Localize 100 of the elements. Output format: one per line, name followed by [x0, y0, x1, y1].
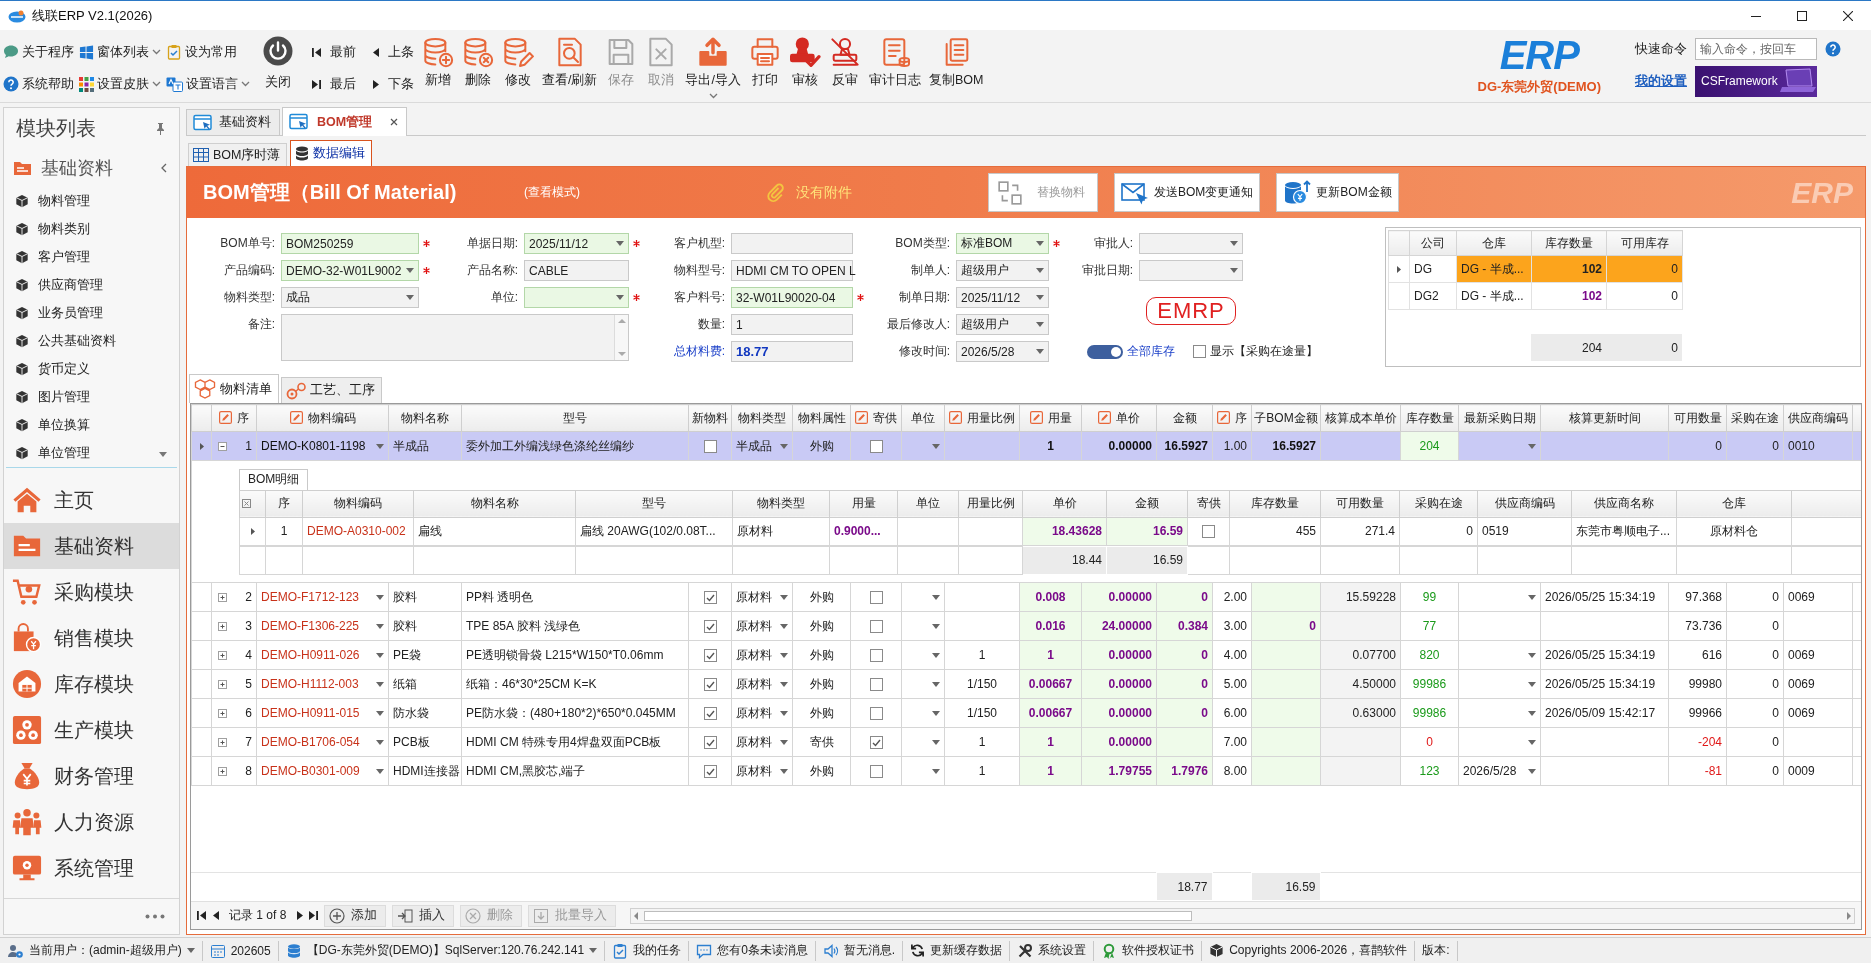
column-header[interactable]: 用量 [829, 490, 898, 517]
dropdown-field[interactable] [1139, 233, 1243, 254]
checkbox[interactable] [703, 591, 717, 605]
module-button[interactable]: 库存模块 [4, 661, 179, 707]
close-button[interactable]: 关闭 [256, 30, 300, 102]
dropdown-field[interactable]: 超级用户 [956, 314, 1049, 335]
nav-button[interactable]: 最前 [312, 36, 356, 68]
column-header[interactable]: 用量比例 [944, 404, 1020, 432]
text-field[interactable]: 1 [731, 314, 853, 335]
checkbox[interactable] [869, 678, 883, 692]
tab[interactable]: BOM明细 [239, 468, 309, 490]
grid-button[interactable]: 插入 [392, 904, 455, 927]
nav-button[interactable]: 上条 [372, 36, 414, 68]
maximize-icon[interactable] [1797, 10, 1807, 21]
menu-button[interactable]: 窗体列表 [79, 36, 161, 68]
menu-item[interactable]: 货币定义 [4, 355, 90, 383]
status-item[interactable]: 版本: [1415, 940, 1458, 961]
column-header[interactable]: 物料属性 [792, 404, 851, 432]
checkbox[interactable] [703, 707, 717, 721]
column-header[interactable]: 子BOM金额 [1251, 404, 1321, 432]
pin-icon[interactable] [156, 122, 165, 135]
checkbox[interactable] [869, 649, 883, 663]
checkbox[interactable] [703, 736, 717, 750]
status-item[interactable]: 系统设置 [1010, 940, 1095, 961]
column-header[interactable]: 单位 [901, 404, 945, 432]
last-record-icon[interactable] [309, 910, 319, 921]
last-icon[interactable] [312, 78, 321, 90]
menu-button[interactable]: 系统帮助 [3, 68, 74, 100]
column-header[interactable]: 可用数量 [1320, 490, 1400, 517]
column-header[interactable]: 核算更新时间 [1540, 404, 1669, 432]
group-header[interactable]: 基础资料 [4, 149, 179, 187]
text-field[interactable] [731, 233, 853, 254]
command-input[interactable]: 输入命令，按回车 [1695, 38, 1817, 60]
toolbar-button[interactable]: 查看/刷新 [538, 30, 602, 102]
tab[interactable]: 工艺、工序 [281, 377, 382, 403]
column-header[interactable]: 物料名称 [388, 404, 462, 432]
status-item[interactable]: Copyrights 2006-2026，喜鹊软件 [1202, 940, 1416, 961]
dropdown-field[interactable]: 标准BOM [956, 233, 1049, 254]
expand-icon[interactable] [218, 679, 227, 689]
menu-item[interactable]: 公共基础资料 [4, 327, 116, 355]
tab[interactable]: 物料清单 [189, 374, 279, 403]
horizontal-scrollbar[interactable] [630, 907, 1855, 924]
expand-icon[interactable] [218, 737, 227, 747]
status-item[interactable]: 我的任务 [605, 940, 690, 961]
banner[interactable]: CSFramework [1695, 65, 1817, 97]
expand-icon[interactable] [218, 708, 227, 718]
checkbox[interactable] [703, 678, 717, 692]
column-header[interactable]: 供应商编码 [1783, 404, 1853, 432]
expand-icon[interactable] [218, 650, 227, 660]
text-field[interactable]: BOM250259 [281, 233, 419, 254]
column-header[interactable]: 新物料 [688, 404, 732, 432]
module-button[interactable]: 采购模块 [4, 569, 179, 615]
column-header[interactable]: 型号 [575, 490, 733, 517]
status-item[interactable]: 您有0条未读消息 [689, 940, 816, 961]
column-header[interactable]: 用量 [1019, 404, 1082, 432]
toolbar-button[interactable]: 审计日志 [864, 30, 925, 102]
column-header[interactable]: 可用库存 [1606, 230, 1683, 256]
toolbar-button[interactable]: 修改 [498, 30, 538, 102]
help-icon[interactable] [3, 76, 19, 92]
column-header[interactable]: 核算成本单价 [1320, 404, 1401, 432]
column-header[interactable]: 金额 [1106, 490, 1188, 517]
first-record-icon[interactable] [197, 910, 206, 921]
next-record-icon[interactable] [296, 910, 304, 921]
expand-icon[interactable] [218, 766, 227, 776]
menu-item[interactable]: 物料类别 [4, 215, 90, 243]
more-icon[interactable] [145, 914, 165, 919]
toggle-switch[interactable] [1087, 344, 1123, 359]
column-header[interactable]: 物料编码 [302, 490, 414, 517]
column-header[interactable]: 物料名称 [413, 490, 576, 517]
module-button[interactable]: 销售模块 [4, 615, 179, 661]
column-header[interactable]: 单位 [897, 490, 959, 517]
module-button[interactable]: 系统管理 [4, 845, 179, 891]
status-item[interactable]: 软件授权证书 [1094, 940, 1203, 961]
status-item[interactable]: 更新缓存数据 [903, 940, 1011, 961]
column-header[interactable]: 供应商名称 [1571, 490, 1677, 517]
column-header[interactable]: 供应商编码 [1477, 490, 1572, 517]
module-button[interactable]: 生产模块 [4, 707, 179, 753]
grid-button[interactable]: 添加 [324, 904, 387, 927]
text-field[interactable]: 32-W01L90020-04 [731, 287, 853, 308]
menu-item[interactable]: 供应商管理 [4, 271, 103, 299]
column-header[interactable]: 序 [211, 404, 257, 432]
checkbox[interactable] [703, 620, 717, 634]
dropdown-field[interactable] [1139, 260, 1243, 281]
checkbox[interactable] [869, 591, 883, 605]
column-header[interactable]: 型号 [461, 404, 689, 432]
column-header[interactable]: 用量比例 [958, 490, 1023, 517]
toolbar-button[interactable]: 删除 [458, 30, 498, 102]
menu-item[interactable]: 图片管理 [4, 383, 90, 411]
menu-item[interactable]: 客户管理 [4, 243, 90, 271]
settings-link[interactable]: 我的设置 [1635, 72, 1687, 90]
checkbox[interactable] [869, 736, 883, 750]
column-header[interactable]: 物料类型 [732, 490, 830, 517]
dropdown-field[interactable]: 超级用户 [956, 260, 1049, 281]
close-icon[interactable] [1843, 10, 1853, 21]
status-item[interactable]: 暂无消息. [815, 940, 904, 961]
toolbar-button[interactable]: 反审 [824, 30, 865, 102]
expand-icon[interactable] [218, 621, 227, 631]
vertical-scrollbar[interactable] [614, 315, 628, 360]
tab[interactable]: BOM管理 [282, 107, 408, 136]
collapse-icon[interactable] [218, 441, 227, 451]
